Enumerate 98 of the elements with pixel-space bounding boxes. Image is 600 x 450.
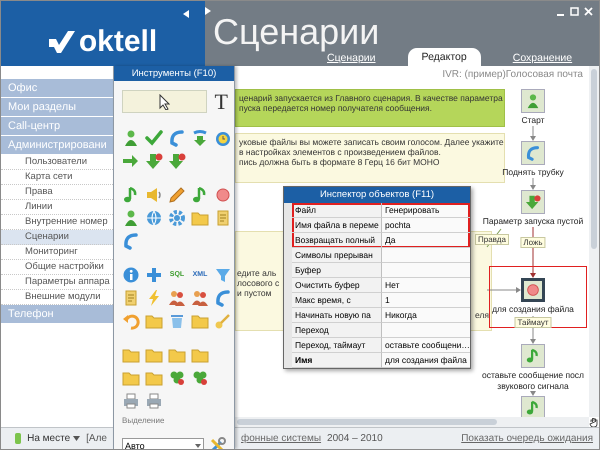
connector-arrow: [530, 126, 536, 141]
node-label: для создания файла: [492, 304, 574, 315]
property-row[interactable]: Имя файла в переме pochta: [284, 218, 470, 233]
flow-node[interactable]: [521, 190, 545, 214]
flow-node[interactable]: [521, 89, 545, 113]
arrow-down-icon: [525, 194, 541, 210]
connector-arrow: [486, 287, 521, 293]
presence-dropdown[interactable]: На месте: [27, 433, 80, 444]
arrow-down-icon[interactable]: [145, 152, 163, 170]
logo-icon: [48, 31, 75, 53]
property-row[interactable]: Начинать новую па Никогда: [284, 308, 470, 323]
property-value[interactable]: для создания файла: [381, 353, 470, 368]
queue-link[interactable]: Показать очередь ожидания: [461, 433, 593, 444]
property-row[interactable]: Макс время, с 1: [284, 293, 470, 308]
property-row[interactable]: Буфер: [284, 263, 470, 278]
flow-node[interactable]: [521, 278, 545, 302]
logo-text: oktell: [78, 26, 158, 58]
music-note-icon: [525, 348, 541, 364]
user-name: [Але: [86, 433, 107, 444]
info-icon[interactable]: [122, 266, 140, 284]
comment-text: едите аль лосового с и пустом: [237, 268, 280, 300]
palette-title: Инструменты (F10): [114, 66, 234, 81]
connector-arrow: [530, 178, 536, 190]
trash-icon[interactable]: [168, 312, 186, 330]
selection-dropdown[interactable]: Авто: [122, 438, 204, 449]
pointer-tool[interactable]: [122, 90, 207, 113]
people-icon[interactable]: [168, 289, 186, 307]
node-label: Старт: [521, 115, 545, 126]
clover-icon[interactable]: [168, 369, 186, 387]
property-row[interactable]: Переход, таймаут оставьте сообщени…: [284, 338, 470, 353]
text-tool[interactable]: T: [214, 90, 228, 112]
plus-icon[interactable]: [145, 266, 163, 284]
printer-icon[interactable]: [145, 392, 163, 410]
person-icon[interactable]: [122, 209, 140, 227]
person-icon: [525, 93, 541, 109]
key-icon[interactable]: [214, 312, 232, 330]
tab[interactable]: Редактор: [408, 48, 481, 66]
arrow-down-icon[interactable]: [168, 152, 186, 170]
nav-item[interactable]: Сценарии: [1, 230, 113, 245]
clover-icon[interactable]: [191, 369, 209, 387]
alarm-clock-icon[interactable]: [214, 129, 232, 147]
gear-icon[interactable]: [168, 209, 186, 227]
people-icon[interactable]: [191, 289, 209, 307]
property-row[interactable]: Очистить буфер Нет: [284, 278, 470, 293]
dot-icon[interactable]: [214, 186, 232, 204]
node-label: оставьте сообщение посл звукового сигнала: [482, 370, 584, 392]
caret-icon: [73, 436, 80, 441]
scenario-name: IVR: (пример)Голосовая почта: [442, 69, 583, 80]
expand-arrow-icon[interactable]: [205, 7, 211, 15]
inspector-title: Инспектор объектов (F11): [284, 187, 470, 203]
tab[interactable]: Сохранение: [502, 50, 582, 66]
hand-icon[interactable]: [589, 417, 599, 427]
arrow-right-icon[interactable]: [122, 152, 140, 170]
flow-node[interactable]: [521, 141, 545, 165]
company-link[interactable]: фонные системы: [241, 433, 322, 444]
property-row[interactable]: Переход: [284, 323, 470, 338]
flow-node[interactable]: [521, 344, 545, 368]
phone-icon[interactable]: [214, 289, 232, 307]
printer-icon[interactable]: [122, 392, 140, 410]
phone-icon[interactable]: [122, 232, 140, 250]
globe-icon[interactable]: [145, 209, 163, 227]
dot-icon: [525, 282, 541, 298]
property-name: Имя: [292, 353, 381, 368]
comment-text: ценарий запускается из Главного сценария. В качестве параметра пуска передается номер получателя сообщения.: [239, 93, 501, 113]
pencil-icon[interactable]: [168, 186, 186, 204]
check-icon[interactable]: [145, 129, 163, 147]
comment-text: еля: [474, 309, 490, 322]
connector-arrow: [530, 391, 536, 396]
node-label: Параметр запуска пустой: [482, 216, 584, 227]
maximize-icon[interactable]: [570, 6, 579, 16]
tab[interactable]: Сценарии: [317, 50, 386, 66]
scrollbar-thumb[interactable]: [237, 419, 497, 425]
node-label: Поднять трубку: [502, 167, 564, 178]
property-row[interactable]: Имя для создания файла: [284, 353, 470, 368]
speaker-icon[interactable]: [145, 186, 163, 204]
phone-icon: [525, 145, 541, 161]
undo-icon[interactable]: [122, 312, 140, 330]
presence-icon: [15, 433, 22, 444]
copyright-years: 2004 – 2010: [327, 433, 383, 444]
flow-node[interactable]: [521, 396, 545, 417]
caret-icon: [193, 444, 203, 448]
comment-text: уковые файлы вы можете записать своим голосом. Далее укажите в настройках элементов с произведением файлов. пись должна быть в формате 8 Герц 16 бит МОНО: [239, 137, 501, 167]
collapse-arrow-icon[interactable]: [183, 10, 189, 18]
funnel-icon[interactable]: [214, 266, 232, 284]
property-row[interactable]: Возвращать полный Да: [284, 233, 470, 248]
scrollbar-thumb[interactable]: [591, 69, 597, 249]
property-row[interactable]: Символы прерыван: [284, 248, 470, 263]
music-note-icon: [525, 400, 541, 416]
property-row[interactable]: Файл Генерировать: [284, 203, 470, 218]
phone-icon[interactable]: [168, 129, 186, 147]
close-icon[interactable]: [584, 6, 593, 16]
edge-label: Правда: [475, 234, 509, 245]
section-label: Выделение: [121, 416, 166, 427]
cursor-icon: [158, 94, 170, 110]
edge-label: Таймаут: [514, 317, 552, 328]
phone-arrow-icon[interactable]: [191, 129, 209, 147]
edge-label: Ложь: [520, 237, 546, 248]
person-icon[interactable]: [122, 129, 140, 147]
